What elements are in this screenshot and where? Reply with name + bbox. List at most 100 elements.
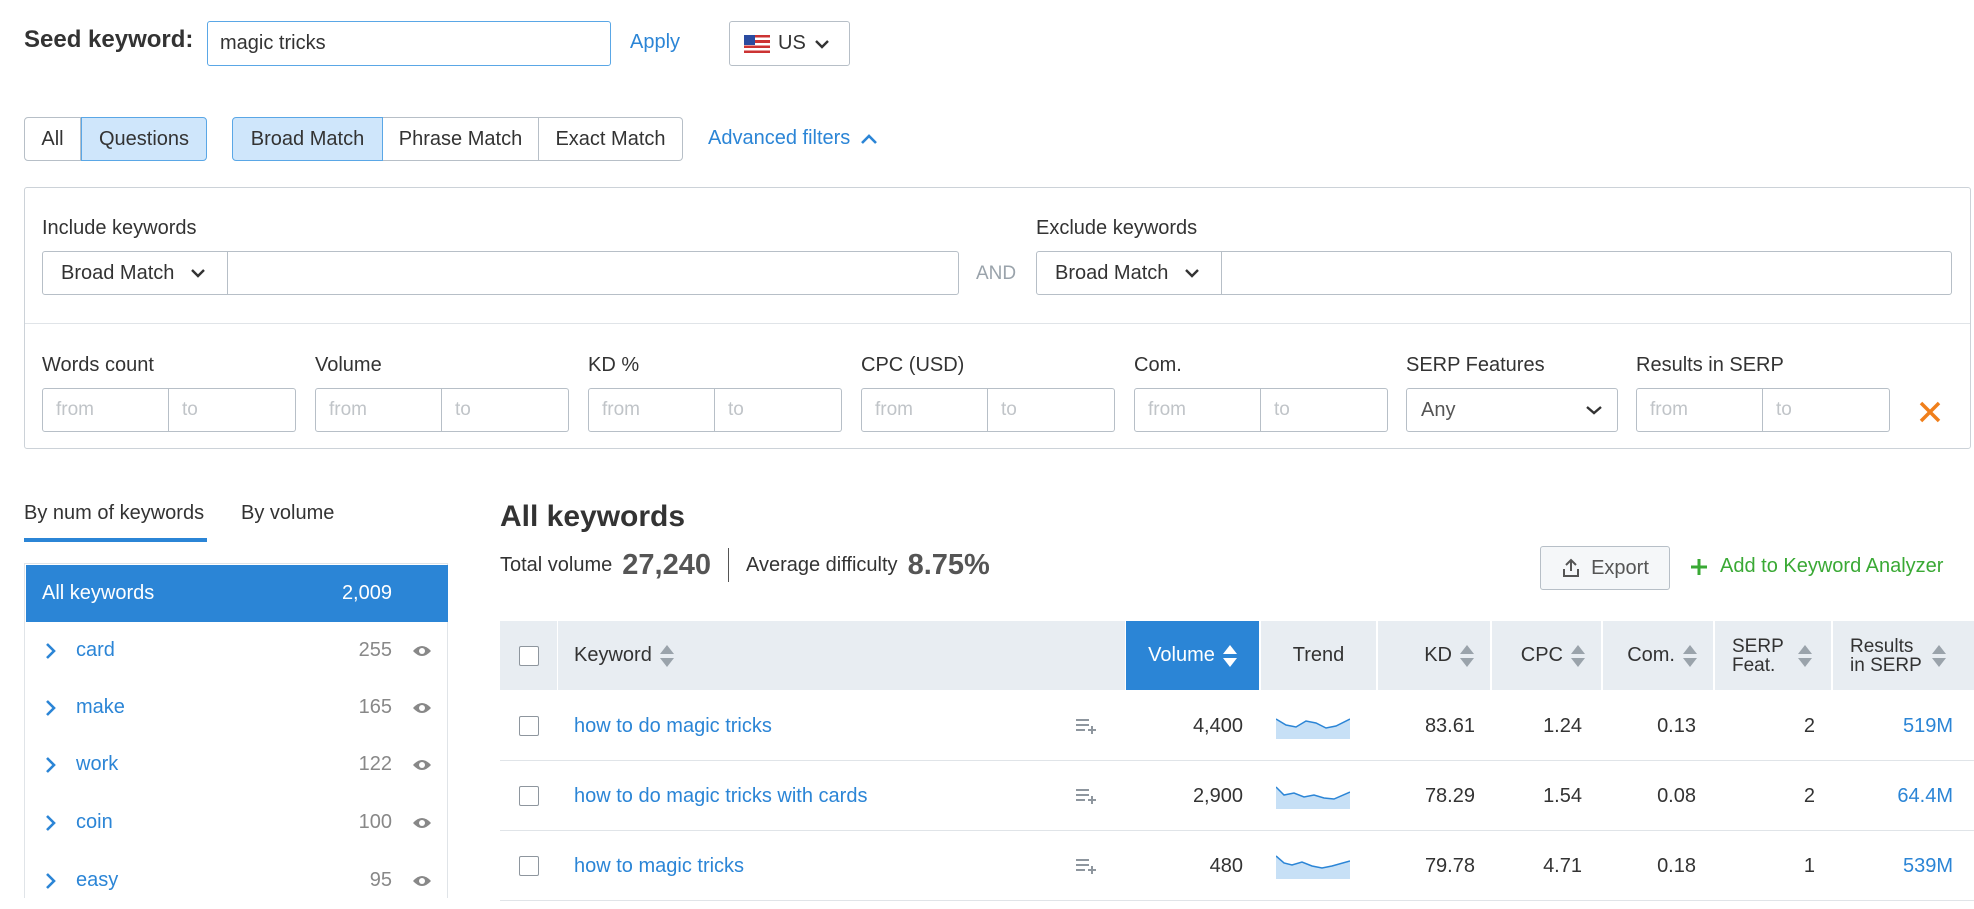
results-link[interactable]: 519M [1833, 691, 1953, 761]
header-keyword-label: Keyword [574, 644, 652, 666]
words-count-from[interactable]: from [42, 388, 169, 432]
serp-features-select[interactable]: Any [1406, 388, 1618, 432]
group-all-keywords[interactable]: All keywords 2,009 [26, 565, 448, 622]
clear-filters-icon[interactable] [1918, 400, 1942, 424]
volume-to[interactable]: to [442, 388, 569, 432]
header-com[interactable]: Com. [1603, 621, 1713, 690]
select-all-checkbox[interactable] [518, 645, 539, 666]
keyword-link[interactable]: how to do magic tricks [574, 691, 772, 761]
keyword-link[interactable]: how to magic tricks [574, 831, 744, 901]
tab-all[interactable]: All [24, 117, 81, 161]
export-button[interactable]: Export [1540, 546, 1670, 590]
com-to[interactable]: to [1261, 388, 1388, 432]
results-link[interactable]: 64.4M [1833, 761, 1953, 831]
com-label: Com. [1134, 354, 1182, 376]
volume-from[interactable]: from [315, 388, 442, 432]
eye-icon[interactable] [412, 816, 432, 830]
chevron-down-icon [1185, 269, 1200, 278]
add-to-list-icon[interactable] [1075, 717, 1097, 735]
volume-range: from to [315, 388, 569, 432]
exclude-match-label: Broad Match [1055, 261, 1169, 284]
add-to-keyword-analyzer-label: Add to Keyword Analyzer [1720, 555, 1944, 577]
header-cpc[interactable]: CPC [1492, 621, 1601, 690]
header-trend: Trend [1261, 621, 1376, 690]
add-to-list-icon[interactable] [1075, 857, 1097, 875]
tab-questions[interactable]: Questions [81, 117, 207, 161]
header-serp-line2: Feat. [1732, 654, 1776, 676]
tab-exact-match[interactable]: Exact Match [539, 117, 683, 161]
eye-icon[interactable] [412, 758, 432, 772]
kd-from[interactable]: from [588, 388, 715, 432]
group-count: 122 [358, 753, 392, 775]
chevron-up-icon [861, 133, 878, 144]
group-item[interactable]: make 165 [26, 679, 448, 736]
eye-icon[interactable] [412, 701, 432, 715]
add-to-keyword-analyzer-button[interactable]: Add to Keyword Analyzer [1690, 555, 1943, 578]
chevron-down-icon [814, 39, 829, 49]
header-volume[interactable]: Volume [1126, 621, 1259, 690]
volume-label: Volume [315, 354, 382, 376]
header-keyword[interactable]: Keyword [558, 621, 1125, 690]
results-from[interactable]: from [1636, 388, 1763, 432]
trend-sparkline [1276, 855, 1350, 879]
com-value: 0.08 [1657, 784, 1696, 807]
tab-phrase-match[interactable]: Phrase Match [383, 117, 539, 161]
tab-underline [24, 538, 207, 542]
row-checkbox[interactable] [519, 786, 539, 806]
tab-by-volume[interactable]: By volume [241, 502, 334, 525]
seed-keyword-input[interactable] [207, 21, 611, 66]
group-item[interactable]: easy 95 [26, 852, 448, 909]
results-link[interactable]: 539M [1833, 831, 1953, 901]
com-from[interactable]: from [1134, 388, 1261, 432]
results-to[interactable]: to [1763, 388, 1890, 432]
header-results-line1: Results [1850, 635, 1914, 657]
chevron-right-icon [46, 642, 56, 659]
and-label: AND [976, 263, 1017, 284]
sort-icon [1683, 644, 1697, 667]
kd-value: 78.29 [1424, 784, 1475, 807]
header-kd[interactable]: KD [1378, 621, 1490, 690]
header-serp-features[interactable]: SERP Feat. [1715, 621, 1831, 690]
eye-icon[interactable] [412, 644, 432, 658]
group-item[interactable]: work 122 [26, 736, 448, 793]
volume-value: 480 [1209, 854, 1243, 877]
advanced-filters-toggle[interactable]: Advanced filters [708, 127, 878, 150]
total-volume-label: Total volume [500, 553, 613, 576]
include-match-label: Broad Match [61, 261, 175, 284]
header-cpc-label: CPC [1520, 644, 1563, 666]
sort-icon [1222, 644, 1237, 667]
group-item[interactable]: card 255 [26, 622, 448, 679]
serp-features-value: 1 [1803, 854, 1815, 877]
words-count-to[interactable]: to [169, 388, 296, 432]
chevron-right-icon [46, 699, 56, 716]
cpc-range: from to [861, 388, 1115, 432]
include-keywords-input[interactable] [227, 251, 959, 295]
table-row: how to do magic tricks 4,400 83.61 1.24 … [500, 691, 1974, 761]
exclude-keywords-input[interactable] [1221, 251, 1952, 295]
exclude-match-select[interactable]: Broad Match [1036, 251, 1222, 295]
exclude-keywords-label: Exclude keywords [1036, 217, 1198, 239]
kd-label: KD % [588, 354, 640, 376]
volume-value: 4,400 [1192, 714, 1243, 737]
country-select[interactable]: US [729, 21, 850, 66]
advanced-filters-label: Advanced filters [708, 127, 851, 149]
eye-icon[interactable] [412, 874, 432, 888]
cpc-to[interactable]: to [988, 388, 1115, 432]
apply-button[interactable]: Apply [630, 31, 680, 54]
group-label: make [76, 696, 125, 718]
kd-to[interactable]: to [715, 388, 842, 432]
include-match-select[interactable]: Broad Match [42, 251, 228, 295]
words-count-label: Words count [42, 354, 154, 376]
row-checkbox[interactable] [519, 716, 539, 736]
keyword-link[interactable]: how to do magic tricks with cards [574, 761, 867, 831]
add-to-list-icon[interactable] [1075, 787, 1097, 805]
row-checkbox[interactable] [519, 856, 539, 876]
tab-by-num-of-keywords[interactable]: By num of keywords [24, 502, 204, 525]
group-label: easy [76, 869, 119, 891]
header-results-in-serp[interactable]: Results in SERP [1833, 621, 1974, 690]
header-serp-line1: SERP [1732, 635, 1784, 657]
cpc-from[interactable]: from [861, 388, 988, 432]
group-item[interactable]: coin 100 [26, 794, 448, 851]
tab-broad-match[interactable]: Broad Match [232, 117, 383, 161]
include-keywords-label: Include keywords [42, 217, 197, 239]
